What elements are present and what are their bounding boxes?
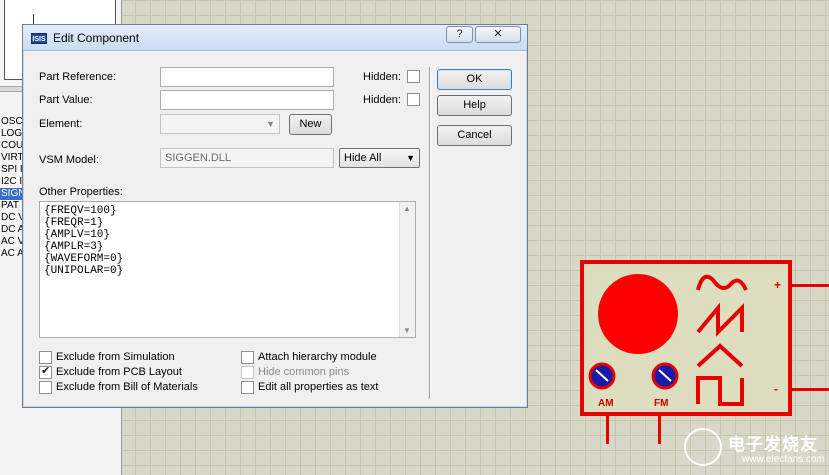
negative-output-pin[interactable] — [792, 388, 829, 391]
property-line: {FREQR=1} — [44, 217, 104, 229]
edit-properties-as-text-checkbox[interactable] — [241, 381, 254, 394]
property-line: {UNIPOLAR=0} — [44, 265, 124, 277]
cancel-button[interactable]: Cancel — [437, 125, 512, 146]
attach-hierarchy-label: Attach hierarchy module — [258, 351, 377, 363]
other-properties-textarea[interactable]: {FREQV=100} {FREQR=1} {AMPLV=10} {AMPLR=… — [39, 201, 416, 338]
ok-button[interactable]: OK — [437, 69, 512, 90]
element-label: Element: — [39, 118, 83, 130]
attach-hierarchy-checkbox[interactable] — [241, 351, 254, 364]
am-input-pin[interactable] — [606, 416, 609, 444]
property-line: {FREQV=100} — [44, 205, 117, 217]
sine-wave-icon — [696, 274, 748, 291]
scroll-up-icon[interactable]: ▲ — [403, 204, 411, 213]
new-element-button[interactable]: New — [289, 114, 332, 135]
vsm-model-field[interactable]: SIGGEN.DLL — [160, 148, 334, 168]
part-reference-hidden-checkbox[interactable] — [407, 70, 420, 83]
edit-component-dialog: ISIS Edit Component ? ✕ Part Reference: … — [22, 24, 528, 408]
hide-common-pins-checkbox[interactable] — [241, 366, 254, 379]
exclude-pcb-layout-checkbox[interactable]: ✔ — [39, 365, 52, 379]
scroll-down-icon[interactable]: ▼ — [403, 326, 411, 335]
help-titlebar-button[interactable]: ? — [446, 26, 473, 43]
triangle-wave-icon — [696, 343, 744, 368]
watermark-logo-icon — [684, 428, 722, 466]
part-reference-label: Part Reference: — [39, 71, 117, 83]
part-value-input[interactable] — [160, 90, 334, 110]
watermark-title: 电子发烧友 — [728, 435, 818, 454]
vsm-model-label: VSM Model: — [39, 154, 99, 166]
signal-generator-symbol — [588, 274, 748, 406]
dialog-titlebar[interactable]: ISIS Edit Component ? ✕ — [23, 25, 527, 51]
signal-generator-component[interactable]: AM FM — [580, 260, 792, 416]
fm-label: FM — [654, 398, 669, 409]
help-button[interactable]: Help — [437, 95, 512, 116]
exclude-bom-checkbox[interactable] — [39, 381, 52, 394]
chevron-down-icon: ▼ — [266, 119, 275, 129]
negative-pin-label: - — [774, 382, 778, 396]
chevron-down-icon: ▼ — [406, 153, 415, 163]
vsm-model-visibility-select[interactable]: Hide All ▼ — [339, 148, 420, 168]
am-label: AM — [598, 398, 614, 409]
close-titlebar-button[interactable]: ✕ — [475, 26, 521, 43]
exclude-bom-label: Exclude from Bill of Materials — [56, 381, 198, 393]
isis-app-icon: ISIS — [31, 33, 47, 44]
property-line: {WAVEFORM=0} — [44, 253, 124, 265]
textarea-scrollbar[interactable]: ▲ ▼ — [399, 202, 415, 337]
part-value-hidden-label: Hidden: — [363, 94, 401, 106]
exclude-simulation-label: Exclude from Simulation — [56, 351, 175, 363]
hide-common-pins-label: Hide common pins — [258, 366, 350, 378]
part-reference-input[interactable] — [160, 67, 334, 87]
part-value-label: Part Value: — [39, 94, 93, 106]
property-line: {AMPLR=3} — [44, 241, 104, 253]
help-icon: ? — [456, 28, 463, 40]
output-indicator-icon — [598, 274, 678, 354]
fm-input-pin[interactable] — [658, 416, 661, 444]
exclude-simulation-checkbox[interactable] — [39, 351, 52, 364]
dialog-title: Edit Component — [53, 31, 140, 45]
sawtooth-wave-icon — [696, 302, 744, 337]
other-properties-label: Other Properties: — [39, 186, 123, 198]
positive-pin-label: + — [774, 278, 782, 292]
dialog-separator — [429, 67, 431, 399]
element-combobox[interactable]: ▼ — [160, 114, 280, 134]
square-wave-icon — [696, 376, 744, 406]
edit-properties-as-text-label: Edit all properties as text — [258, 381, 379, 393]
property-line: {AMPLV=10} — [44, 229, 111, 241]
part-reference-hidden-label: Hidden: — [363, 71, 401, 83]
checkmark-icon: ✔ — [41, 365, 51, 377]
watermark: 电子发烧友 www.elecfans.com — [682, 420, 829, 475]
positive-output-pin[interactable] — [792, 284, 829, 287]
exclude-pcb-layout-label: Exclude from PCB Layout — [56, 366, 182, 378]
close-icon: ✕ — [493, 28, 503, 40]
part-value-hidden-checkbox[interactable] — [407, 93, 420, 106]
watermark-url: www.elecfans.com — [742, 454, 825, 465]
